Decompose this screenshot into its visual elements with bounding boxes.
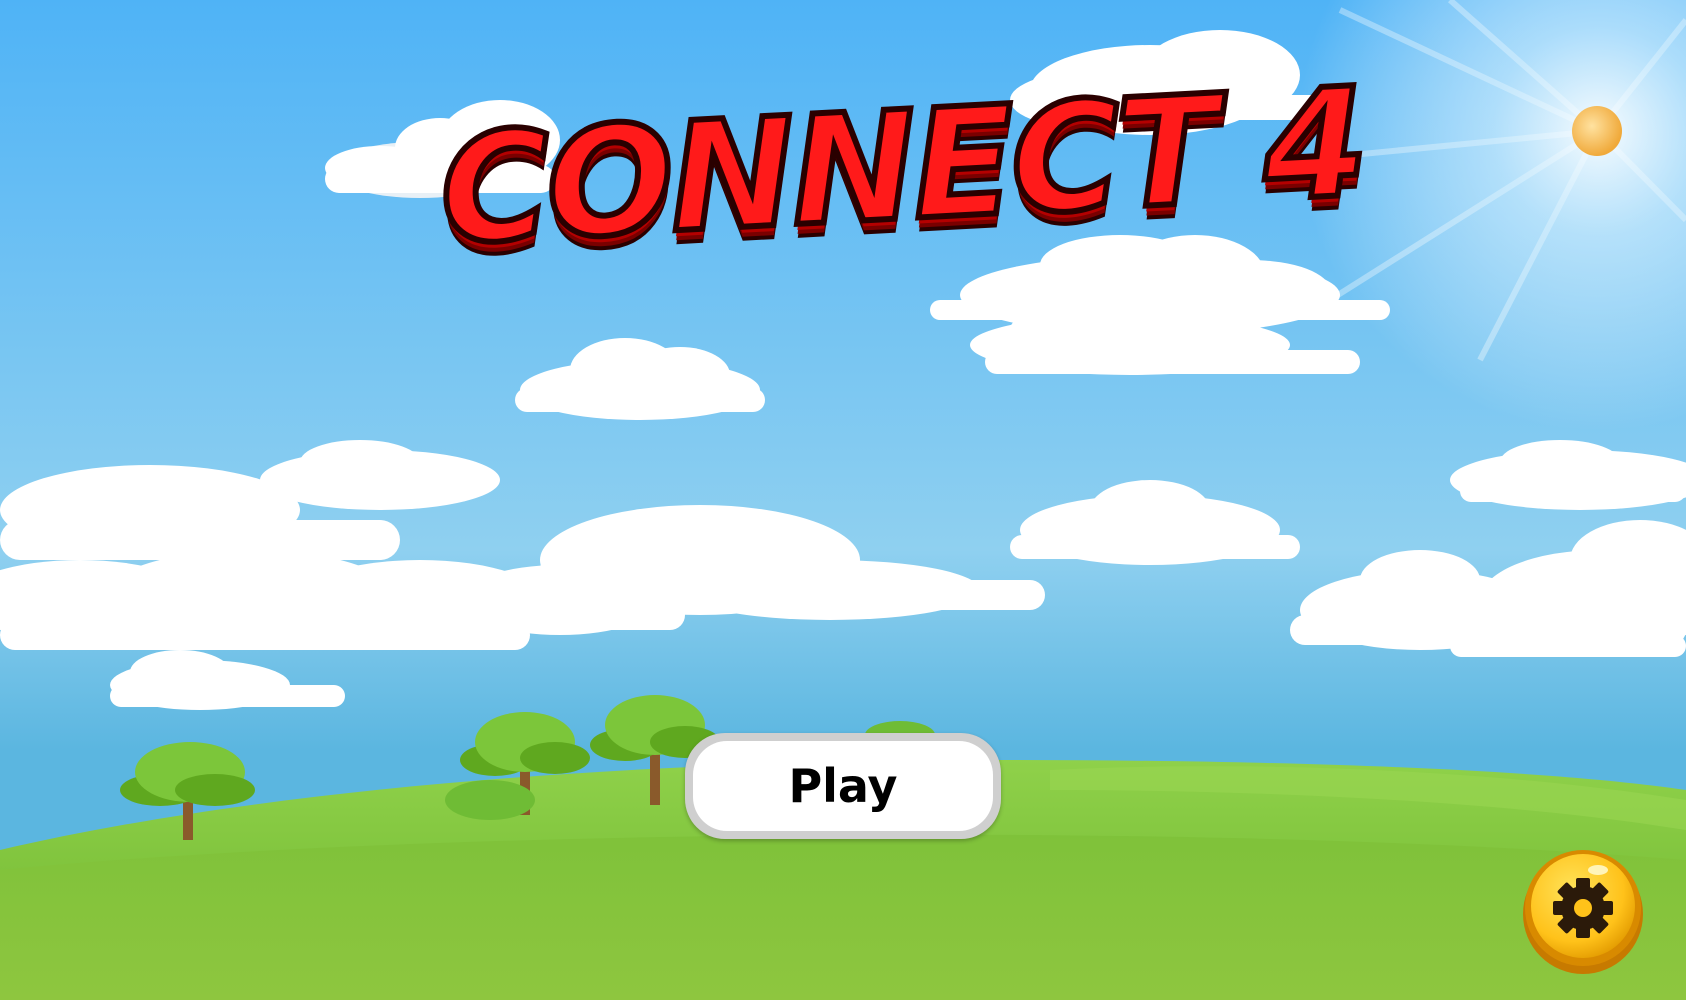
sun [1572, 106, 1622, 156]
settings-button[interactable] [1518, 846, 1648, 976]
play-button[interactable]: Play [685, 733, 1001, 839]
hill-near [0, 834, 1686, 1000]
title-text: CONNECT 4 [433, 53, 1371, 281]
game-title: CONNECT 4 [433, 39, 1371, 302]
play-button-face[interactable]: Play [693, 741, 993, 831]
gear-icon [1523, 850, 1643, 974]
play-button-label: Play [788, 759, 898, 813]
